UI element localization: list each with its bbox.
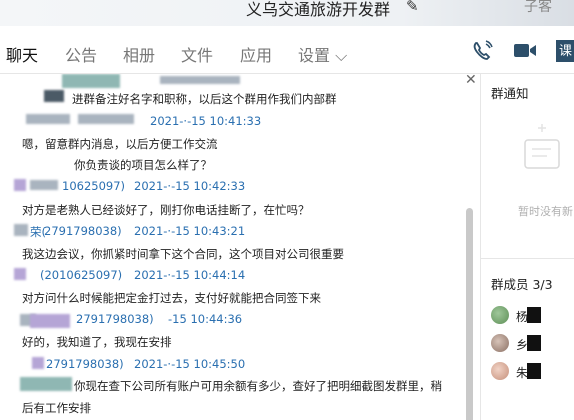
title-bar: 义乌交通旅游开发群 ✎ 子客 <box>0 0 574 26</box>
sender-blur <box>30 314 70 328</box>
chat-scrollbar[interactable] <box>466 208 473 420</box>
name-redaction <box>527 335 541 351</box>
group-sidebar: 群通知 暂时没有新 群成员 3/3 杨 乡 朱 <box>480 74 574 420</box>
message-timestamp: 2021-·-15 10:41:33 <box>150 114 262 128</box>
tab-apps[interactable]: 应用 <box>240 42 272 66</box>
title-extra: 子客 <box>524 0 552 15</box>
message-text: 对方问什么时候能把定金打过去，支付好就能把合同签下来 <box>22 291 321 305</box>
message-sender-id[interactable]: 10625097) <box>62 179 125 193</box>
avatar-blur <box>14 224 28 236</box>
phone-icon[interactable] <box>471 40 495 62</box>
chat-message-list[interactable]: ✕ 进群备注好名字和职称，以后这个群用作我们内部群 2021-·-15 10:4… <box>0 74 480 420</box>
message-timestamp: 2021-·-15 10:45:50 <box>134 357 246 371</box>
close-icon[interactable]: ✕ <box>465 74 477 88</box>
avatar-blur <box>44 90 64 102</box>
member-item[interactable]: 杨 <box>491 306 574 326</box>
tab-announcement[interactable]: 公告 <box>65 42 97 66</box>
name-redaction <box>527 363 541 379</box>
tab-album[interactable]: 相册 <box>123 42 155 66</box>
message-text: 对方是老熟人已经谈好了，刚打你电话挂断了，在忙吗？ <box>22 203 310 217</box>
member-item[interactable]: 朱 <box>491 362 574 382</box>
message-sender-id[interactable]: 2791798038) <box>44 224 122 238</box>
group-notice-title: 群通知 <box>491 86 529 101</box>
members-title[interactable]: 群成员 3/3 <box>491 274 553 293</box>
name-redaction <box>527 307 541 323</box>
edit-title-icon[interactable]: ✎ <box>406 0 419 15</box>
message-text: 嗯，留意群内消息，以后方便工作交流 <box>22 137 218 151</box>
avatar <box>491 306 509 324</box>
message-text: 进群备注好名字和职称，以后这个群用作我们内部群 <box>72 92 337 106</box>
message-timestamp: 2021-·-15 10:43:21 <box>134 224 246 238</box>
tab-chat[interactable]: 聊天 <box>6 42 38 66</box>
more-app-icon[interactable]: 课 <box>556 40 574 62</box>
message-sender-id[interactable]: (2010625097) <box>40 268 122 282</box>
tab-bar: 聊天 公告 相册 文件 应用 设置 ⌵ 课 <box>0 26 574 74</box>
message-timestamp: 2021-·-15 10:44:14 <box>134 268 246 282</box>
message-sender-id[interactable]: 2791798038) <box>46 357 124 371</box>
message-text: 你现在查下公司所有账户可用余额有多少，查好了把明细截图发群里，稍 <box>74 379 442 393</box>
video-camera-icon[interactable] <box>512 41 538 61</box>
message-text: 后有工作安排 <box>22 401 91 415</box>
tab-files[interactable]: 文件 <box>181 42 213 66</box>
group-title: 义乌交通旅游开发群 <box>246 0 391 19</box>
message-sender-id[interactable]: 2791798038) <box>76 312 154 326</box>
avatar <box>491 334 509 352</box>
sender-blur <box>78 114 134 124</box>
sidebar-divider <box>481 258 574 259</box>
avatar <box>491 362 509 380</box>
message-text: 好的，我知道了，我现在安排 <box>22 335 172 349</box>
sender-blur <box>30 180 58 190</box>
sender-blur <box>26 114 70 124</box>
message-timestamp: 2021-·-15 10:42:33 <box>134 179 246 193</box>
avatar-blur <box>62 74 120 88</box>
member-item[interactable]: 乡 <box>491 334 574 354</box>
avatar-blur <box>14 179 26 191</box>
message-text: 你负责谈的项目怎么样了？ <box>74 158 212 172</box>
sender-blur <box>160 76 240 84</box>
empty-notice-icon <box>524 124 560 169</box>
message-text: 我这边会议，你抓紧时间拿下这个合同，这个项目对公司很重要 <box>22 247 344 261</box>
avatar-blur <box>20 377 72 391</box>
tab-settings[interactable]: 设置 ⌵ <box>298 42 347 66</box>
avatar-blur <box>32 357 44 369</box>
notice-empty-text: 暂时没有新 <box>518 205 573 218</box>
avatar-blur <box>14 268 26 280</box>
message-timestamp: -15 10:44:36 <box>168 312 243 326</box>
